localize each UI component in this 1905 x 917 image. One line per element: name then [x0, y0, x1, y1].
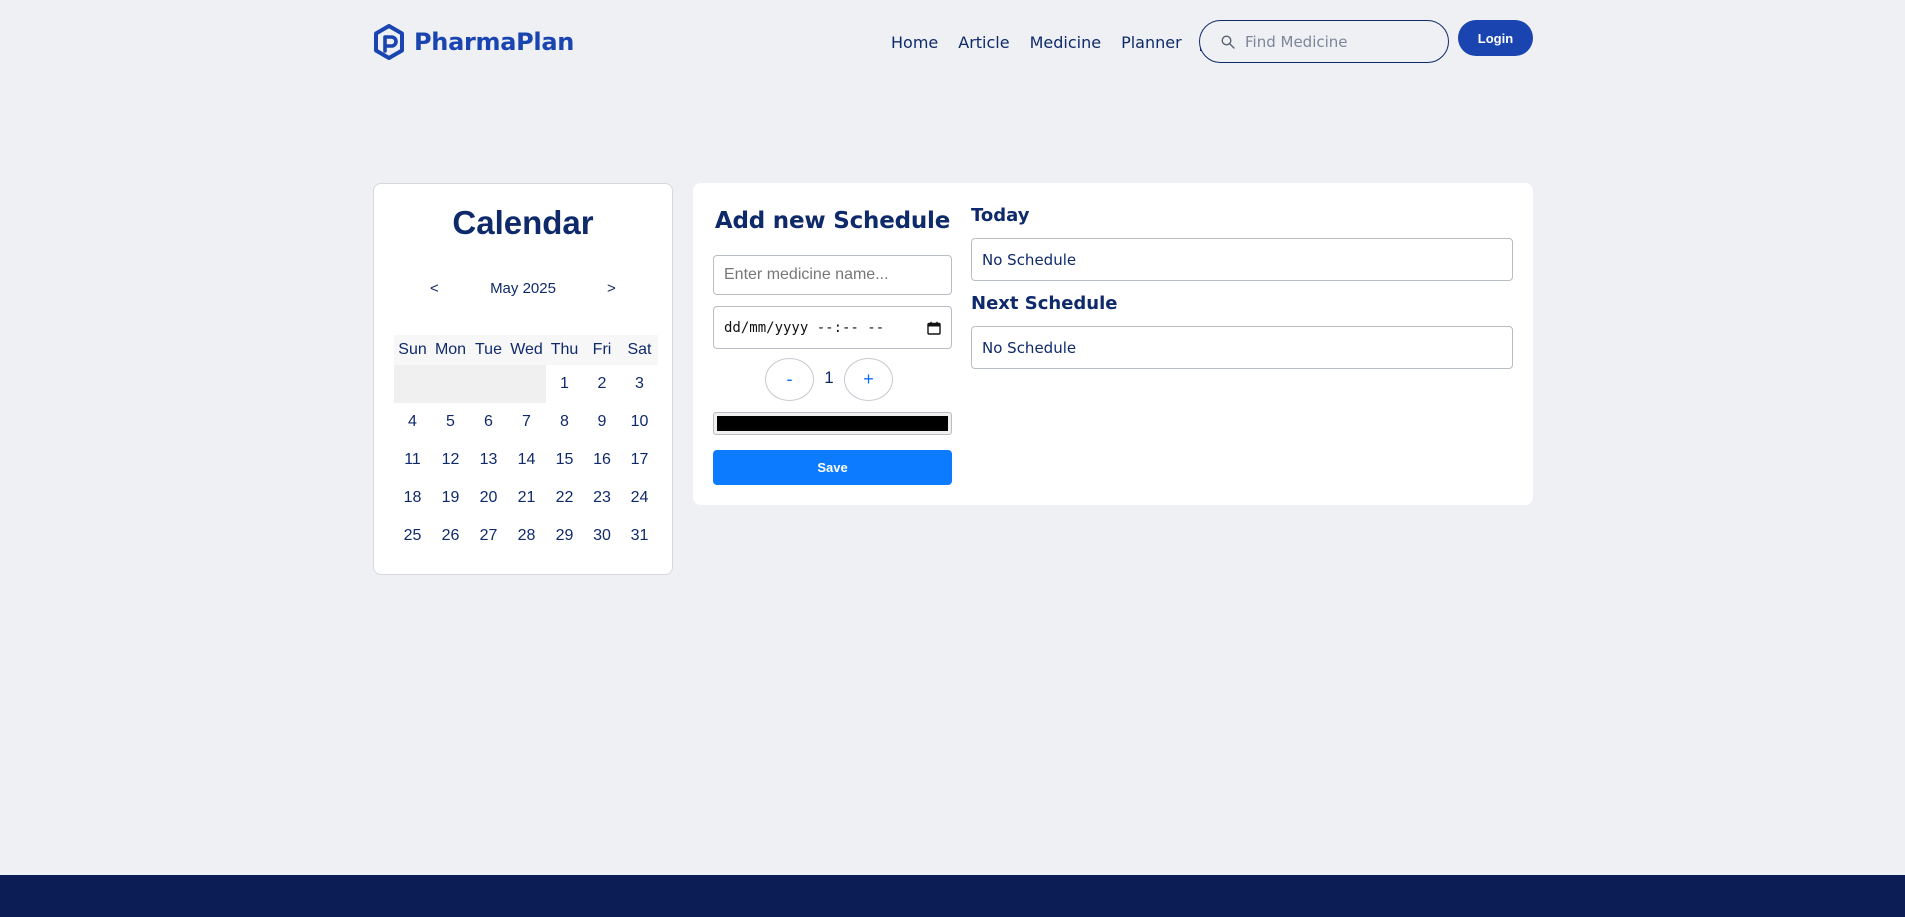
calendar-day[interactable]: 18	[394, 479, 431, 517]
calendar-icon[interactable]	[927, 321, 941, 335]
calendar-day[interactable]: 15	[546, 441, 583, 479]
calendar-day[interactable]: 22	[546, 479, 583, 517]
next-schedule-box: No Schedule	[971, 326, 1513, 369]
weekday-header-row: Sun Mon Tue Wed Thu Fri Sat	[394, 335, 658, 365]
calendar-grid: Sun Mon Tue Wed Thu Fri Sat 1 2 3 4 5 6 …	[394, 335, 658, 555]
calendar-prev-button[interactable]: <	[430, 280, 439, 297]
calendar-day[interactable]: 28	[507, 517, 546, 555]
calendar-day[interactable]: 29	[546, 517, 583, 555]
calendar-day[interactable]: 16	[583, 441, 621, 479]
header: PharmaPlan Home Article Medicine Planner…	[373, 20, 1533, 64]
medicine-name-input[interactable]	[713, 255, 952, 295]
brand-name: PharmaPlan	[414, 28, 575, 56]
calendar-week: 1 2 3	[394, 365, 658, 403]
calendar-day[interactable]: 24	[621, 479, 658, 517]
footer	[0, 875, 1905, 917]
calendar-day[interactable]: 19	[431, 479, 470, 517]
calendar-day[interactable]: 7	[507, 403, 546, 441]
calendar-day[interactable]: 17	[621, 441, 658, 479]
calendar-day[interactable]: 1	[546, 365, 583, 403]
weekday-sat: Sat	[621, 335, 658, 365]
main-nav: Home Article Medicine Planner	[891, 33, 1202, 52]
calendar-day[interactable]: 27	[470, 517, 507, 555]
calendar-day[interactable]: 12	[431, 441, 470, 479]
datetime-placeholder: dd/mm/yyyy --:-- --	[724, 319, 885, 336]
add-schedule-title: Add new Schedule	[714, 208, 951, 234]
weekday-fri: Fri	[583, 335, 621, 365]
weekday-tue: Tue	[470, 335, 507, 365]
calendar-week: 18 19 20 21 22 23 24	[394, 479, 658, 517]
calendar-day[interactable]: 20	[470, 479, 507, 517]
nav-planner[interactable]: Planner	[1121, 33, 1182, 52]
calendar-day[interactable]: 4	[394, 403, 431, 441]
calendar-day[interactable]: 9	[583, 403, 621, 441]
calendar-day[interactable]: 10	[621, 403, 658, 441]
calendar-day[interactable]: 8	[546, 403, 583, 441]
calendar-day[interactable]: 31	[621, 517, 658, 555]
color-picker[interactable]	[713, 412, 952, 435]
calendar-card: Calendar May 2025 < > Sun Mon Tue Wed Th…	[373, 183, 673, 575]
datetime-input[interactable]: dd/mm/yyyy --:-- --	[713, 306, 952, 349]
next-schedule-label: Next Schedule	[971, 293, 1118, 314]
pharmaplan-logo-icon	[374, 24, 404, 60]
calendar-title: Calendar	[452, 204, 594, 241]
decrease-quantity-button[interactable]: -	[765, 358, 814, 401]
quantity-value: 1	[824, 368, 834, 387]
calendar-week: 4 5 6 7 8 9 10	[394, 403, 658, 441]
today-schedule-value: No Schedule	[982, 250, 1077, 269]
calendar-week: 11 12 13 14 15 16 17	[394, 441, 658, 479]
calendar-day[interactable]: 13	[470, 441, 507, 479]
calendar-day[interactable]: 21	[507, 479, 546, 517]
weekday-wed: Wed	[507, 335, 546, 365]
calendar-day[interactable]: 26	[431, 517, 470, 555]
search-box[interactable]	[1199, 20, 1449, 63]
login-button[interactable]: Login	[1458, 20, 1533, 56]
calendar-empty-cell	[394, 365, 431, 403]
today-schedule-box: No Schedule	[971, 238, 1513, 281]
next-schedule-value: No Schedule	[982, 338, 1077, 357]
weekday-sun: Sun	[394, 335, 431, 365]
calendar-empty-cell	[507, 365, 546, 403]
weekday-mon: Mon	[431, 335, 470, 365]
calendar-empty-cell	[470, 365, 507, 403]
calendar-day[interactable]: 2	[583, 365, 621, 403]
weekday-thu: Thu	[546, 335, 583, 365]
increase-quantity-button[interactable]: +	[844, 358, 893, 401]
calendar-day[interactable]: 25	[394, 517, 431, 555]
nav-medicine[interactable]: Medicine	[1030, 33, 1101, 52]
calendar-day[interactable]: 5	[431, 403, 470, 441]
calendar-day[interactable]: 3	[621, 365, 658, 403]
calendar-week: 25 26 27 28 29 30 31	[394, 517, 658, 555]
search-icon	[1221, 34, 1235, 49]
calendar-next-button[interactable]: >	[607, 280, 616, 297]
calendar-day[interactable]: 6	[470, 403, 507, 441]
calendar-day[interactable]: 23	[583, 479, 621, 517]
brand[interactable]: PharmaPlan	[373, 24, 574, 60]
nav-home[interactable]: Home	[891, 33, 938, 52]
save-button[interactable]: Save	[713, 450, 952, 485]
nav-article[interactable]: Article	[958, 33, 1009, 52]
search-input[interactable]	[1245, 32, 1435, 51]
today-label: Today	[971, 205, 1030, 226]
calendar-month-label: May 2025	[490, 280, 556, 297]
calendar-day[interactable]: 11	[394, 441, 431, 479]
calendar-day[interactable]: 30	[583, 517, 621, 555]
color-swatch	[717, 416, 948, 431]
schedule-card: Add new Schedule dd/mm/yyyy --:-- -- - 1…	[693, 183, 1533, 505]
calendar-empty-cell	[431, 365, 470, 403]
calendar-day[interactable]: 14	[507, 441, 546, 479]
